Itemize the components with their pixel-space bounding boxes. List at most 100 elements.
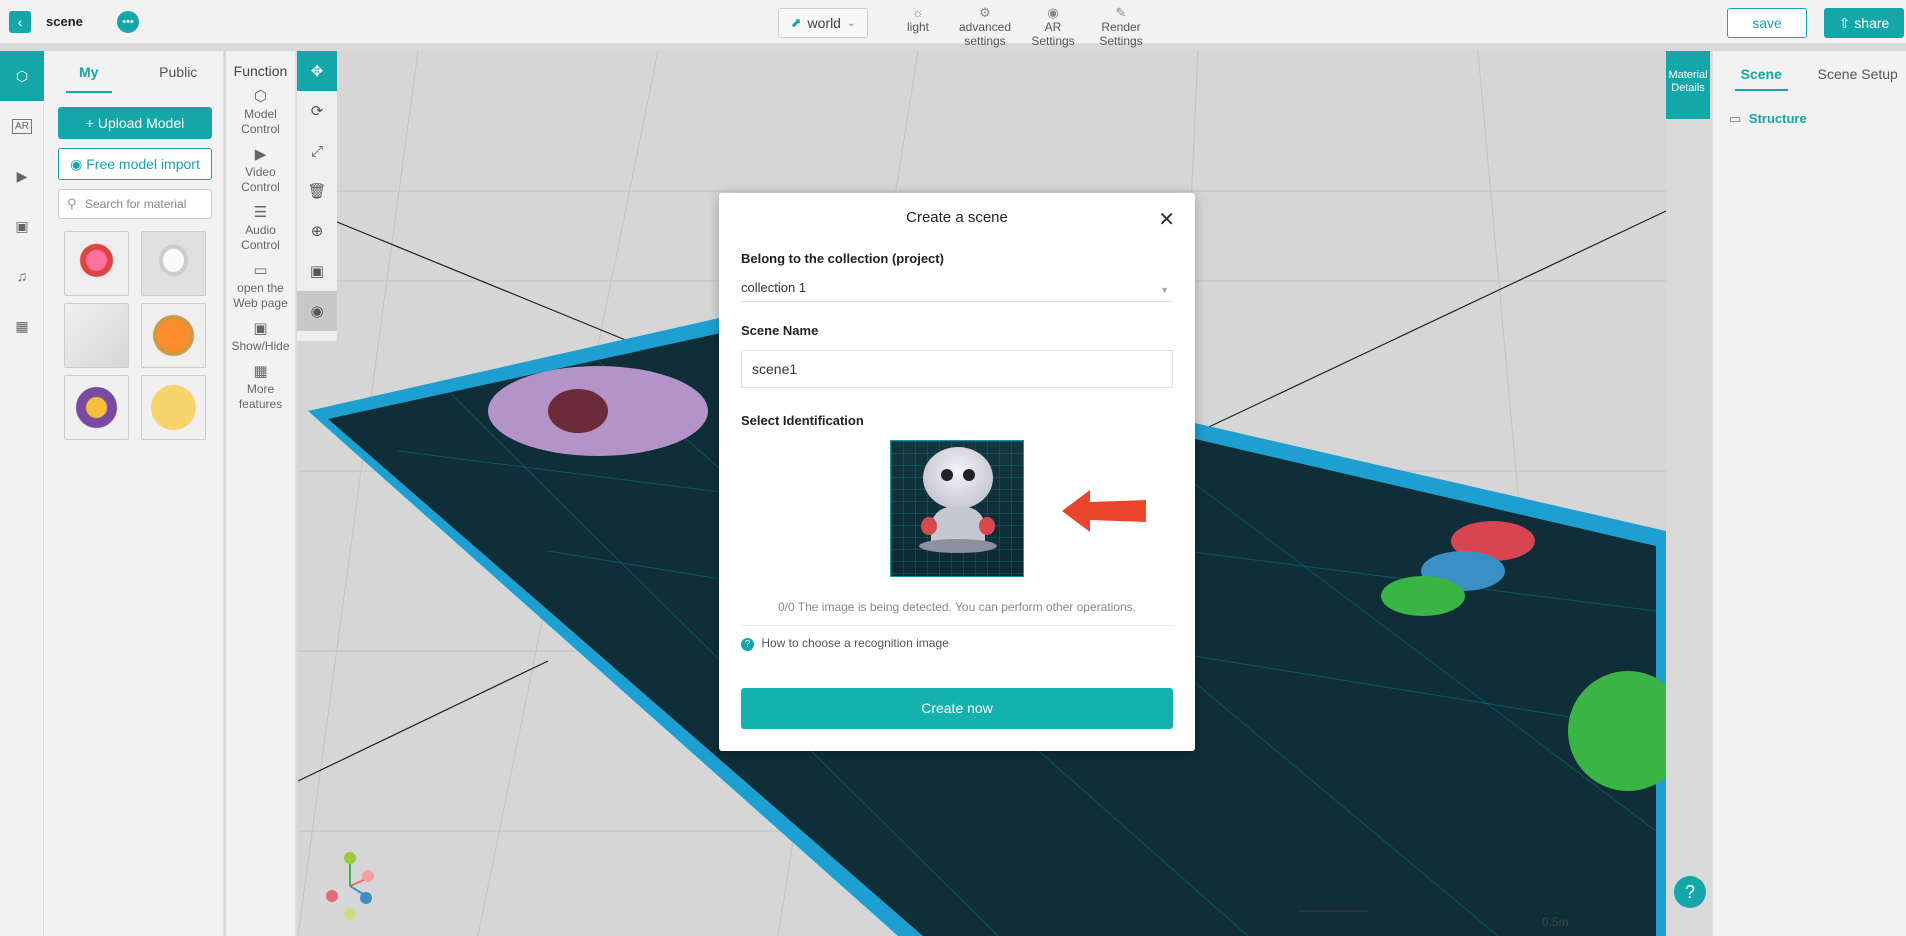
left-rail: ⬡ AR ▶ ▣ ♫ ▦ <box>0 51 44 936</box>
fit-tool-button[interactable]: ▣ <box>297 251 337 291</box>
rail-item-music[interactable]: ♫ <box>0 251 44 301</box>
upload-model-button[interactable]: + Upload Model <box>58 107 212 139</box>
identification-image[interactable] <box>890 440 1024 577</box>
model-control-label: Model Control <box>241 107 280 136</box>
search-placeholder: Search for material <box>85 197 187 211</box>
identification-label: Select Identification <box>741 413 864 428</box>
upload-model-label: Upload Model <box>97 115 185 131</box>
free-model-import-button[interactable]: ◉ Free model import <box>58 148 212 180</box>
top-bar: ‹ scene ••• ⬈ world ⌄ ☼ light ⚙ advanced… <box>0 0 1906 48</box>
figure-eye-right <box>963 469 975 481</box>
create-scene-dialog: Create a scene ✕ Belong to the collectio… <box>719 193 1195 751</box>
material-search-input[interactable]: ⚲ Search for material <box>58 189 212 219</box>
right-panel: Scene Scene Setup ▭ Structure <box>1712 51 1906 936</box>
scene-name-input[interactable]: scene1 <box>741 350 1173 388</box>
material-details-tab[interactable]: Material Details <box>1666 51 1710 119</box>
light-tool[interactable]: ☼ light <box>900 6 936 35</box>
rail-item-ar[interactable]: AR <box>0 101 44 151</box>
eye-icon: ◉ <box>310 303 324 320</box>
function-open-web-page[interactable]: ▭ open the Web page <box>226 263 295 311</box>
chat-bubble-icon[interactable]: ••• <box>117 11 139 33</box>
thumbnail-goldfish[interactable] <box>141 303 206 368</box>
structure-node[interactable]: ▭ Structure <box>1729 111 1807 127</box>
back-button[interactable]: ‹ <box>9 11 31 33</box>
show-hide-label: Show/Hide <box>231 339 290 353</box>
thumbnail-smiley-ball[interactable] <box>141 375 206 440</box>
move-tool-button[interactable]: ✥ <box>297 51 337 91</box>
axis-gizmo-icon <box>326 852 374 920</box>
arrow-left-icon <box>1062 490 1146 532</box>
tab-my[interactable]: My <box>44 51 134 93</box>
chevron-left-icon: ‹ <box>17 14 23 30</box>
window-icon: ▣ <box>253 320 268 337</box>
tab-scene-setup[interactable]: Scene Setup <box>1810 51 1906 97</box>
scale-icon: ⤢ <box>310 142 323 160</box>
how-to-choose-link[interactable]: ? How to choose a recognition image <box>741 636 949 651</box>
thumbnail-flower-figure[interactable] <box>64 231 129 296</box>
target-tool-button[interactable]: ⊕ <box>297 211 337 251</box>
rail-item-image[interactable]: ▣ <box>0 201 44 251</box>
collection-value: collection 1 <box>741 280 807 295</box>
function-video-control[interactable]: ▶ Video Control <box>226 147 295 195</box>
app-root: ‹ scene ••• ⬈ world ⌄ ☼ light ⚙ advanced… <box>0 0 1906 936</box>
close-icon[interactable]: ✕ <box>1158 207 1175 232</box>
cube-icon: ⬡ <box>15 67 29 84</box>
thumbnail-white-figure[interactable] <box>141 231 206 296</box>
render-settings-label: Render Settings <box>1099 20 1143 48</box>
figure-base <box>919 539 997 553</box>
rail-item-model[interactable]: ⬡ <box>0 51 44 101</box>
function-more-features[interactable]: ▦ More features <box>226 364 295 412</box>
question-icon: ? <box>741 638 754 651</box>
tab-scene[interactable]: Scene <box>1713 51 1810 97</box>
function-audio-control[interactable]: ☰ Audio Control <box>226 205 295 253</box>
material-tabs: My Public <box>44 51 223 93</box>
advanced-settings-tool[interactable]: ⚙ advanced settings <box>955 5 1015 49</box>
rail-item-video[interactable]: ▶ <box>0 151 44 201</box>
cube-icon: ⬡ <box>253 88 268 105</box>
move-icon: ✥ <box>310 63 324 80</box>
figure-eye-left <box>941 469 953 481</box>
thumbnail-grey-object[interactable] <box>64 303 129 368</box>
delete-tool-button[interactable]: 🗑 <box>297 171 337 211</box>
dialog-title: Create a scene <box>906 209 1008 226</box>
share-icon: ⇧ <box>1838 15 1851 31</box>
chevron-down-icon: ⌄ <box>846 17 856 29</box>
function-panel: Function ⬡ Model Control ▶ Video Control… <box>226 51 296 936</box>
tab-public[interactable]: Public <box>134 51 224 93</box>
gear-icon: ⚙ <box>979 5 991 20</box>
light-tool-label: light <box>906 20 929 34</box>
ar-icon: AR <box>12 118 32 134</box>
material-thumbnails <box>64 231 214 440</box>
divider <box>741 625 1173 626</box>
create-now-button[interactable]: Create now <box>741 688 1173 729</box>
music-icon: ♫ <box>16 268 28 284</box>
how-to-choose-label: How to choose a recognition image <box>761 636 949 650</box>
caret-down-icon: ▼ <box>1160 285 1169 295</box>
thumbnail-butterfly[interactable] <box>64 375 129 440</box>
world-select[interactable]: ⬈ world ⌄ <box>778 8 868 38</box>
app-title: scene <box>46 14 83 29</box>
axis-icon: ⬈ <box>790 15 802 30</box>
transform-toolbar: ✥ ⟳ ⤢ 🗑 ⊕ ▣ ◉ <box>297 51 337 341</box>
share-button[interactable]: ⇧ share <box>1824 8 1904 38</box>
search-icon: ⚲ <box>67 196 77 211</box>
function-model-control[interactable]: ⬡ Model Control <box>226 89 295 137</box>
figure-head <box>923 447 993 509</box>
function-show-hide[interactable]: ▣ Show/Hide <box>226 321 295 354</box>
help-button[interactable]: ? <box>1674 876 1706 908</box>
frame-icon: ▦ <box>15 317 29 334</box>
detection-status: 0/0 The image is being detected. You can… <box>777 600 1136 614</box>
grid-icon: ▦ <box>253 363 268 380</box>
figure-hand-left <box>921 517 937 535</box>
scale-tool-button[interactable]: ⤢ <box>297 131 337 171</box>
collection-select[interactable]: collection 1 ▼ <box>741 278 1173 302</box>
structure-label: Structure <box>1748 111 1807 126</box>
render-settings-tool[interactable]: ✎ Render Settings <box>1096 6 1146 49</box>
save-button[interactable]: save <box>1727 8 1807 38</box>
world-select-label: world <box>807 15 841 31</box>
ar-settings-tool[interactable]: ◉ AR Settings <box>1028 6 1078 49</box>
rotate-tool-button[interactable]: ⟳ <box>297 91 337 131</box>
visibility-tool-button[interactable]: ◉ <box>297 291 337 331</box>
advanced-settings-label: advanced settings <box>958 20 1012 48</box>
rail-item-frame[interactable]: ▦ <box>0 301 44 351</box>
